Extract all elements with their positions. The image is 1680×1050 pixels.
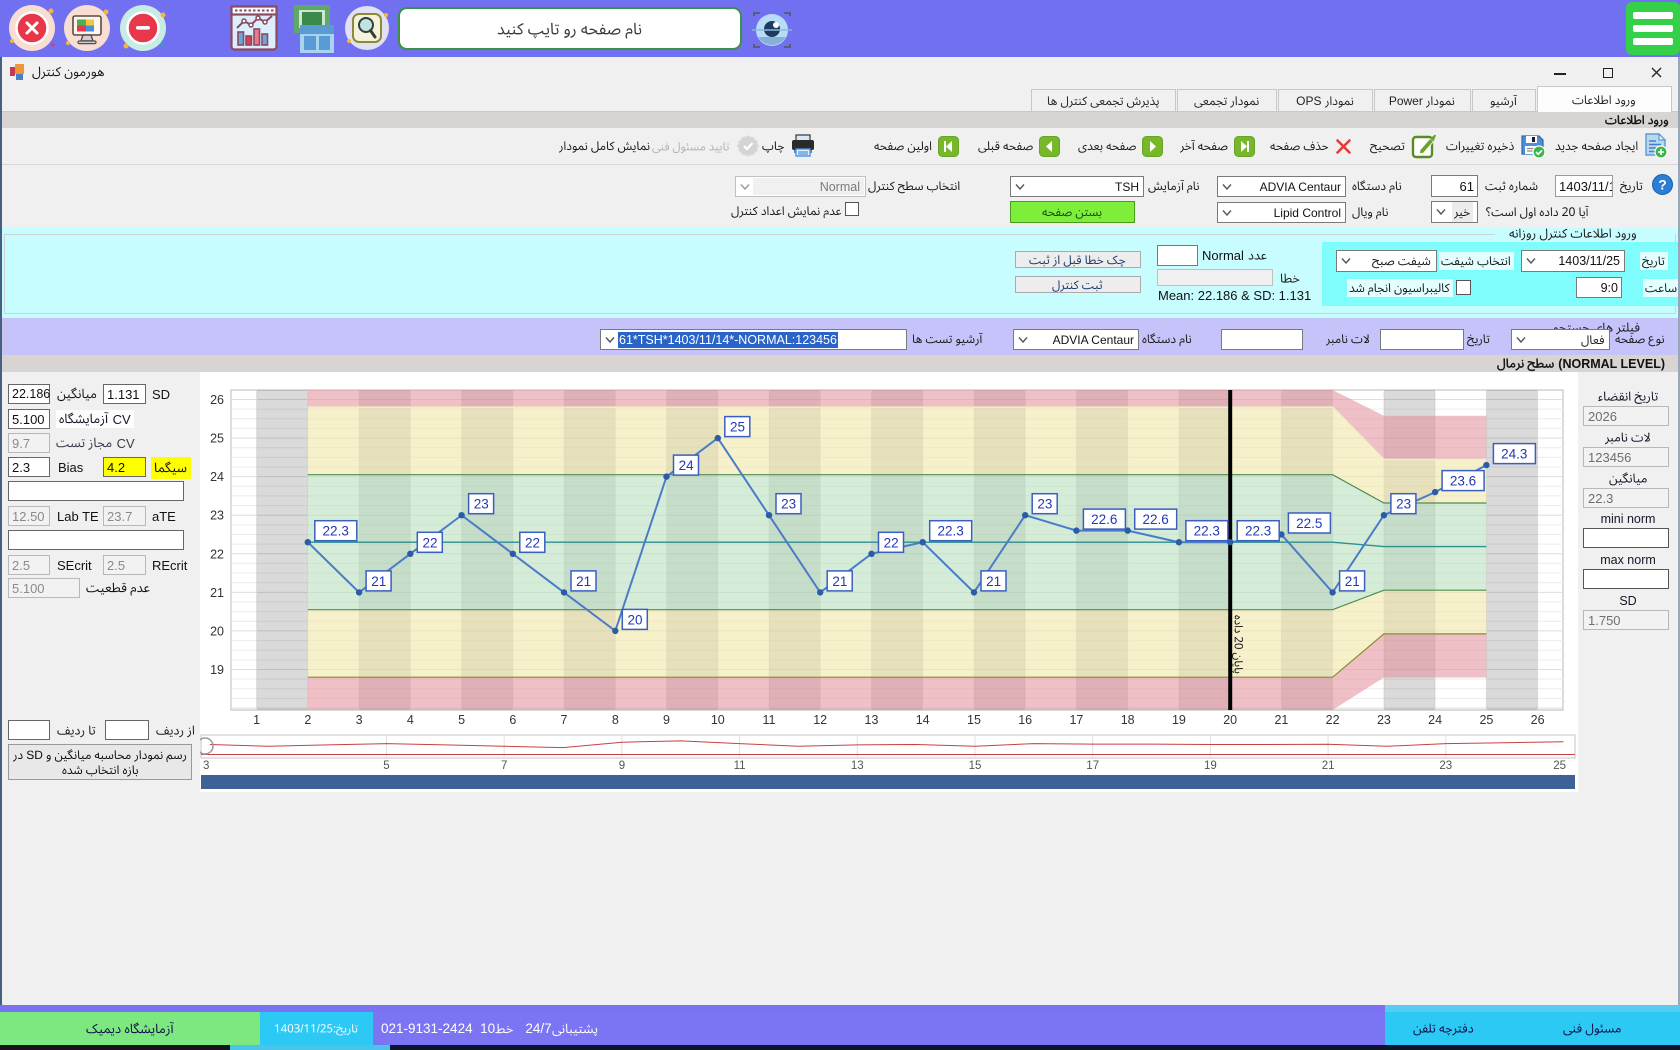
svg-text:22.3: 22.3 bbox=[937, 524, 963, 539]
svg-text:24: 24 bbox=[1428, 713, 1442, 727]
svg-text:23: 23 bbox=[1396, 497, 1411, 512]
svg-text:21: 21 bbox=[371, 574, 386, 589]
svg-text:21: 21 bbox=[576, 574, 591, 589]
svg-text:21: 21 bbox=[210, 586, 224, 600]
svg-text:22.6: 22.6 bbox=[1142, 512, 1168, 527]
svg-text:3: 3 bbox=[203, 760, 209, 772]
svg-text:25: 25 bbox=[1479, 713, 1493, 727]
svg-text:23.6: 23.6 bbox=[1450, 474, 1476, 489]
svg-text:22.3: 22.3 bbox=[1245, 524, 1271, 539]
svg-text:23: 23 bbox=[1037, 497, 1052, 512]
svg-text:23: 23 bbox=[1377, 713, 1391, 727]
svg-text:20: 20 bbox=[627, 612, 642, 627]
svg-text:11: 11 bbox=[763, 713, 776, 727]
svg-text:22.5: 22.5 bbox=[1296, 516, 1322, 531]
svg-text:8: 8 bbox=[612, 713, 619, 727]
svg-text:7: 7 bbox=[561, 713, 568, 727]
svg-text:13: 13 bbox=[851, 760, 864, 772]
svg-text:23: 23 bbox=[1439, 760, 1452, 772]
svg-text:24: 24 bbox=[679, 458, 695, 473]
svg-text:21: 21 bbox=[1274, 713, 1288, 727]
svg-text:22.3: 22.3 bbox=[1194, 524, 1220, 539]
svg-text:10: 10 bbox=[711, 713, 725, 727]
svg-text:14: 14 bbox=[916, 713, 930, 727]
svg-text:15: 15 bbox=[967, 713, 981, 727]
svg-text:3: 3 bbox=[356, 713, 363, 727]
svg-text:21: 21 bbox=[832, 574, 847, 589]
svg-text:22.3: 22.3 bbox=[323, 524, 349, 539]
svg-text:9: 9 bbox=[663, 713, 670, 727]
svg-text:22: 22 bbox=[1326, 713, 1340, 727]
svg-text:9: 9 bbox=[619, 760, 625, 772]
svg-text:15: 15 bbox=[969, 760, 982, 772]
svg-text:23: 23 bbox=[781, 497, 796, 512]
svg-text:25: 25 bbox=[1553, 760, 1566, 772]
svg-text:5: 5 bbox=[383, 760, 389, 772]
svg-text:2: 2 bbox=[304, 713, 311, 727]
svg-text:26: 26 bbox=[1531, 713, 1545, 727]
svg-text:22: 22 bbox=[422, 535, 437, 550]
svg-text:26: 26 bbox=[210, 393, 224, 407]
svg-text:5: 5 bbox=[458, 713, 465, 727]
svg-text:17: 17 bbox=[1069, 713, 1083, 727]
svg-text:20: 20 bbox=[210, 624, 224, 638]
svg-text:19: 19 bbox=[1172, 713, 1186, 727]
svg-text:21: 21 bbox=[986, 574, 1001, 589]
svg-text:22: 22 bbox=[525, 535, 540, 550]
svg-text:21: 21 bbox=[1345, 574, 1360, 589]
svg-text:1: 1 bbox=[253, 713, 260, 727]
svg-text:7: 7 bbox=[501, 760, 507, 772]
svg-text:17: 17 bbox=[1086, 760, 1099, 772]
svg-text:23: 23 bbox=[210, 509, 224, 523]
svg-text:12: 12 bbox=[813, 713, 827, 727]
svg-text:22: 22 bbox=[884, 535, 899, 550]
svg-text:20: 20 bbox=[1223, 713, 1237, 727]
svg-text:19: 19 bbox=[210, 663, 224, 677]
svg-text:18: 18 bbox=[1121, 713, 1135, 727]
svg-text:23: 23 bbox=[474, 497, 489, 512]
svg-text:13: 13 bbox=[865, 713, 879, 727]
svg-text:25: 25 bbox=[210, 432, 224, 446]
svg-text:22: 22 bbox=[210, 547, 224, 561]
svg-text:21: 21 bbox=[1322, 760, 1335, 772]
svg-text:4: 4 bbox=[407, 713, 414, 727]
svg-text:16: 16 bbox=[1018, 713, 1032, 727]
svg-text:6: 6 bbox=[509, 713, 516, 727]
svg-text:?: ? bbox=[1658, 177, 1667, 193]
svg-text:22.6: 22.6 bbox=[1091, 512, 1117, 527]
svg-text:19: 19 bbox=[1204, 760, 1217, 772]
svg-text:24: 24 bbox=[210, 470, 224, 484]
svg-text:11: 11 bbox=[734, 760, 746, 772]
svg-text:25: 25 bbox=[730, 420, 745, 435]
svg-text:24.3: 24.3 bbox=[1501, 447, 1527, 462]
